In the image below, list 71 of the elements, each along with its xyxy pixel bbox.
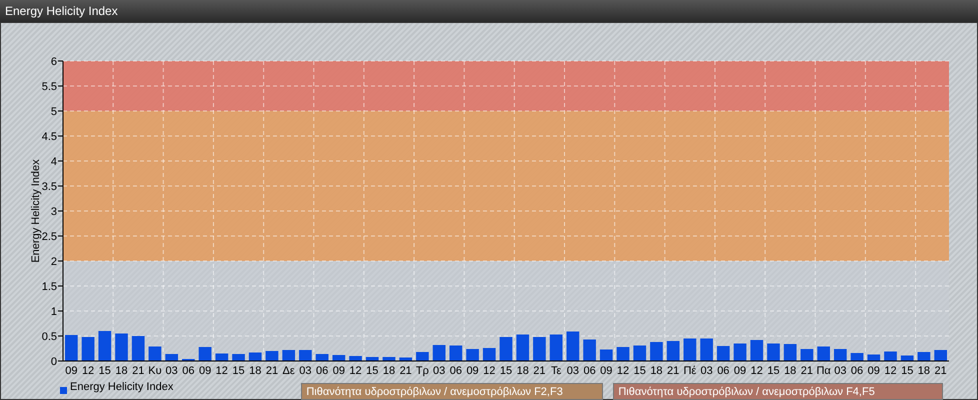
y-tick-label: 1 <box>50 306 57 318</box>
x-tick-label: 09 <box>198 365 212 377</box>
x-tick-label: 15 <box>98 365 111 377</box>
x-tick-label: 06 <box>850 365 864 377</box>
x-tick-label: Δε <box>282 365 295 377</box>
x-tick-label: 15 <box>901 365 914 377</box>
x-tick-label: 06 <box>583 365 596 377</box>
x-tick-label: 18 <box>382 365 396 377</box>
x-tick-label: 09 <box>600 365 612 377</box>
window-title: Energy Helicity Index <box>5 3 118 20</box>
x-tick-label: 18 <box>115 365 128 377</box>
x-tick-label: 12 <box>750 365 763 377</box>
x-tick-label: 18 <box>516 365 529 377</box>
y-tick-label: 3 <box>50 206 57 218</box>
x-tick-label: 18 <box>918 365 930 377</box>
x-tick-label: 15 <box>366 365 378 377</box>
y-tick-label: 0.5 <box>42 331 57 343</box>
y-tick-label: 2 <box>50 256 57 268</box>
x-tick-label: 12 <box>216 365 228 377</box>
x-tick-label: 06 <box>450 365 462 377</box>
x-tick-label: 15 <box>634 365 646 377</box>
y-tick-label: 2.5 <box>42 231 57 243</box>
x-tick-label: Τε <box>550 365 562 377</box>
x-tick-label: 06 <box>182 365 194 377</box>
x-tick-label: 21 <box>132 365 144 377</box>
x-tick-label: 18 <box>784 365 796 377</box>
x-tick-label: 15 <box>767 365 780 377</box>
x-tick-label: 15 <box>500 365 512 377</box>
y-tick-label: 6 <box>50 56 57 68</box>
x-tick-label: Πα <box>816 365 831 377</box>
x-tick-label: 15 <box>232 365 245 377</box>
x-tick-label: Πέ <box>683 365 696 377</box>
x-tick-label: 12 <box>82 365 94 377</box>
y-tick-label: 1.5 <box>42 281 57 293</box>
x-tick-label: 03 <box>566 365 579 377</box>
x-tick-label: 21 <box>800 365 814 377</box>
x-tick-label: 03 <box>834 365 846 377</box>
x-tick-label: 09 <box>466 365 479 377</box>
x-tick-label: 21 <box>667 365 680 377</box>
x-tick-label: 03 <box>166 365 178 377</box>
legend-label: Energy Helicity Index <box>70 380 174 396</box>
x-tick-label: 03 <box>433 365 446 377</box>
x-tick-label: 03 <box>700 365 713 377</box>
y-tick-label: 0 <box>50 356 57 368</box>
x-tick-label: 09 <box>868 365 880 377</box>
y-tick-label: 5.5 <box>42 81 57 93</box>
x-tick-label: 21 <box>934 365 947 377</box>
x-tick-label: 21 <box>400 365 412 377</box>
y-tick-label: 4.5 <box>42 131 57 143</box>
x-tick-label: Κυ <box>148 365 162 377</box>
x-tick-label: 21 <box>266 365 278 377</box>
x-tick-label: 18 <box>650 365 663 377</box>
x-tick-label: 12 <box>349 365 362 377</box>
y-tick-label: 4 <box>50 156 57 168</box>
x-tick-label: 09 <box>65 365 78 377</box>
y-tick-label: 3.5 <box>42 181 57 193</box>
x-tick-label: 09 <box>332 365 345 377</box>
y-axis-title: Energy Helicity Index <box>30 159 42 263</box>
x-tick-label: 12 <box>483 365 496 377</box>
y-tick-label: 5 <box>50 106 57 118</box>
x-tick-label: 06 <box>717 365 730 377</box>
band-legend-label: Πιθανότητα υδροστρόβιλων / ανεμοστρόβιλων F4,F5 <box>613 382 944 400</box>
x-tick-label: 12 <box>616 365 630 377</box>
x-tick-label: 21 <box>533 365 546 377</box>
band-legend-label: Πιθανότητα υδροστρόβιλων / ανεμοστρόβιλων F2,F3 <box>301 382 604 400</box>
x-tick-label: 18 <box>249 365 262 377</box>
x-tick-label: Τρ <box>416 365 429 377</box>
x-tick-label: 12 <box>884 365 897 377</box>
x-tick-label: 03 <box>299 365 312 377</box>
x-tick-label: 09 <box>734 365 746 377</box>
x-tick-label: 06 <box>316 365 328 377</box>
